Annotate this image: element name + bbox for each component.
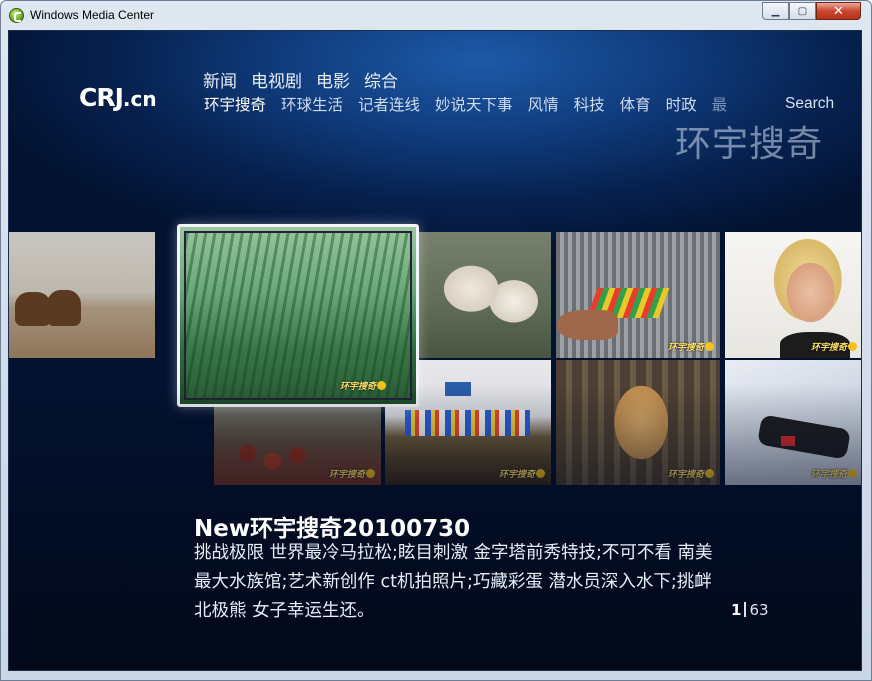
video-thumbnail[interactable] xyxy=(9,232,155,358)
minimize-button[interactable]: ▁ xyxy=(762,2,789,20)
subcategory-item[interactable]: 妙说天下事 xyxy=(435,93,513,115)
pager: 1 63 xyxy=(731,601,769,619)
subcategory-item[interactable]: 风情 xyxy=(528,93,559,115)
crj-logo[interactable]: CRJ.cn xyxy=(79,83,157,112)
media-center-logo-icon xyxy=(9,8,24,23)
title-bar[interactable]: Windows Media Center ▁ ▢ ✕ xyxy=(1,1,871,30)
episode-title: New环宇搜奇20100730 xyxy=(194,516,471,542)
pager-current: 1 xyxy=(731,601,742,619)
category-tv-series[interactable]: 电视剧 xyxy=(251,67,302,92)
window-controls: ▁ ▢ ✕ xyxy=(762,2,861,20)
video-thumbnail[interactable]: 环宇搜奇 xyxy=(725,232,861,358)
video-thumbnail[interactable] xyxy=(418,232,551,358)
pager-total: 63 xyxy=(749,601,769,619)
channel-watermark: 环宇搜奇 xyxy=(340,379,386,392)
logo-suffix: .cn xyxy=(122,87,157,111)
subcategory-item[interactable]: 环球生活 xyxy=(281,93,343,115)
maximize-icon: ▢ xyxy=(797,5,808,17)
hand-shape xyxy=(558,310,618,340)
video-thumbnail[interactable]: 环宇搜奇 xyxy=(725,360,861,485)
category-movies[interactable]: 电影 xyxy=(316,67,350,92)
camel-shape xyxy=(47,290,81,326)
channel-watermark: 环宇搜奇 xyxy=(329,467,375,480)
sled-rider-shape xyxy=(781,436,795,446)
subcategory-item[interactable]: 体育 xyxy=(620,93,651,115)
subcategory-item[interactable]: 时政 xyxy=(666,93,697,115)
subcategory-nav: 环宇搜奇 环球生活 记者连线 妙说天下事 风情 科技 体育 时政 最 xyxy=(204,93,727,115)
video-thumbnail[interactable]: 环宇搜奇 xyxy=(214,407,381,485)
channel-watermark: 环宇搜奇 xyxy=(811,340,857,353)
close-icon: ✕ xyxy=(833,3,844,19)
channel-watermark: 环宇搜奇 xyxy=(811,467,857,480)
section-title: 环宇搜奇 xyxy=(675,124,824,165)
minimize-icon: ▁ xyxy=(771,5,780,17)
video-thumbnail[interactable]: 环宇搜奇 xyxy=(556,232,720,358)
subcategory-item[interactable]: 环宇搜奇 xyxy=(204,93,266,115)
subcategory-item[interactable]: 最 xyxy=(712,93,728,115)
channel-watermark: 环宇搜奇 xyxy=(499,467,545,480)
channel-watermark: 环宇搜奇 xyxy=(668,340,714,353)
logo-text: CRJ xyxy=(79,83,124,112)
category-general[interactable]: 综合 xyxy=(364,67,398,92)
subcategory-item[interactable]: 科技 xyxy=(574,93,605,115)
category-news[interactable]: 新闻 xyxy=(203,67,237,92)
media-center-content: CRJ.cn 新闻 电视剧 电影 综合 环宇搜奇 环球生活 记者连线 妙说天下事… xyxy=(8,30,862,671)
stage-performers xyxy=(405,410,530,436)
pager-separator xyxy=(744,602,747,617)
window-title: Windows Media Center xyxy=(30,8,155,22)
aquarium-image xyxy=(184,231,412,400)
channel-watermark: 环宇搜奇 xyxy=(668,467,714,480)
category-nav: 新闻 电视剧 电影 综合 xyxy=(203,67,398,92)
video-thumbnail[interactable]: 环宇搜奇 xyxy=(556,360,720,485)
maximize-button[interactable]: ▢ xyxy=(789,2,816,20)
sled-shape xyxy=(757,414,851,460)
subcategory-item[interactable]: 记者连线 xyxy=(358,93,420,115)
selected-video-thumbnail[interactable]: 环宇搜奇 xyxy=(177,224,419,407)
camel-shape xyxy=(15,292,51,326)
episode-description: 挑战极限 世界最冷马拉松;眩目刺激 金字塔前秀特技;不可不看 南美最大水族馆;艺… xyxy=(194,543,713,621)
close-button[interactable]: ✕ xyxy=(816,2,861,20)
stage-banner xyxy=(445,382,471,396)
app-window: Windows Media Center ▁ ▢ ✕ CRJ.cn 新闻 电视剧… xyxy=(0,0,872,681)
search-button[interactable]: Search xyxy=(785,95,834,113)
